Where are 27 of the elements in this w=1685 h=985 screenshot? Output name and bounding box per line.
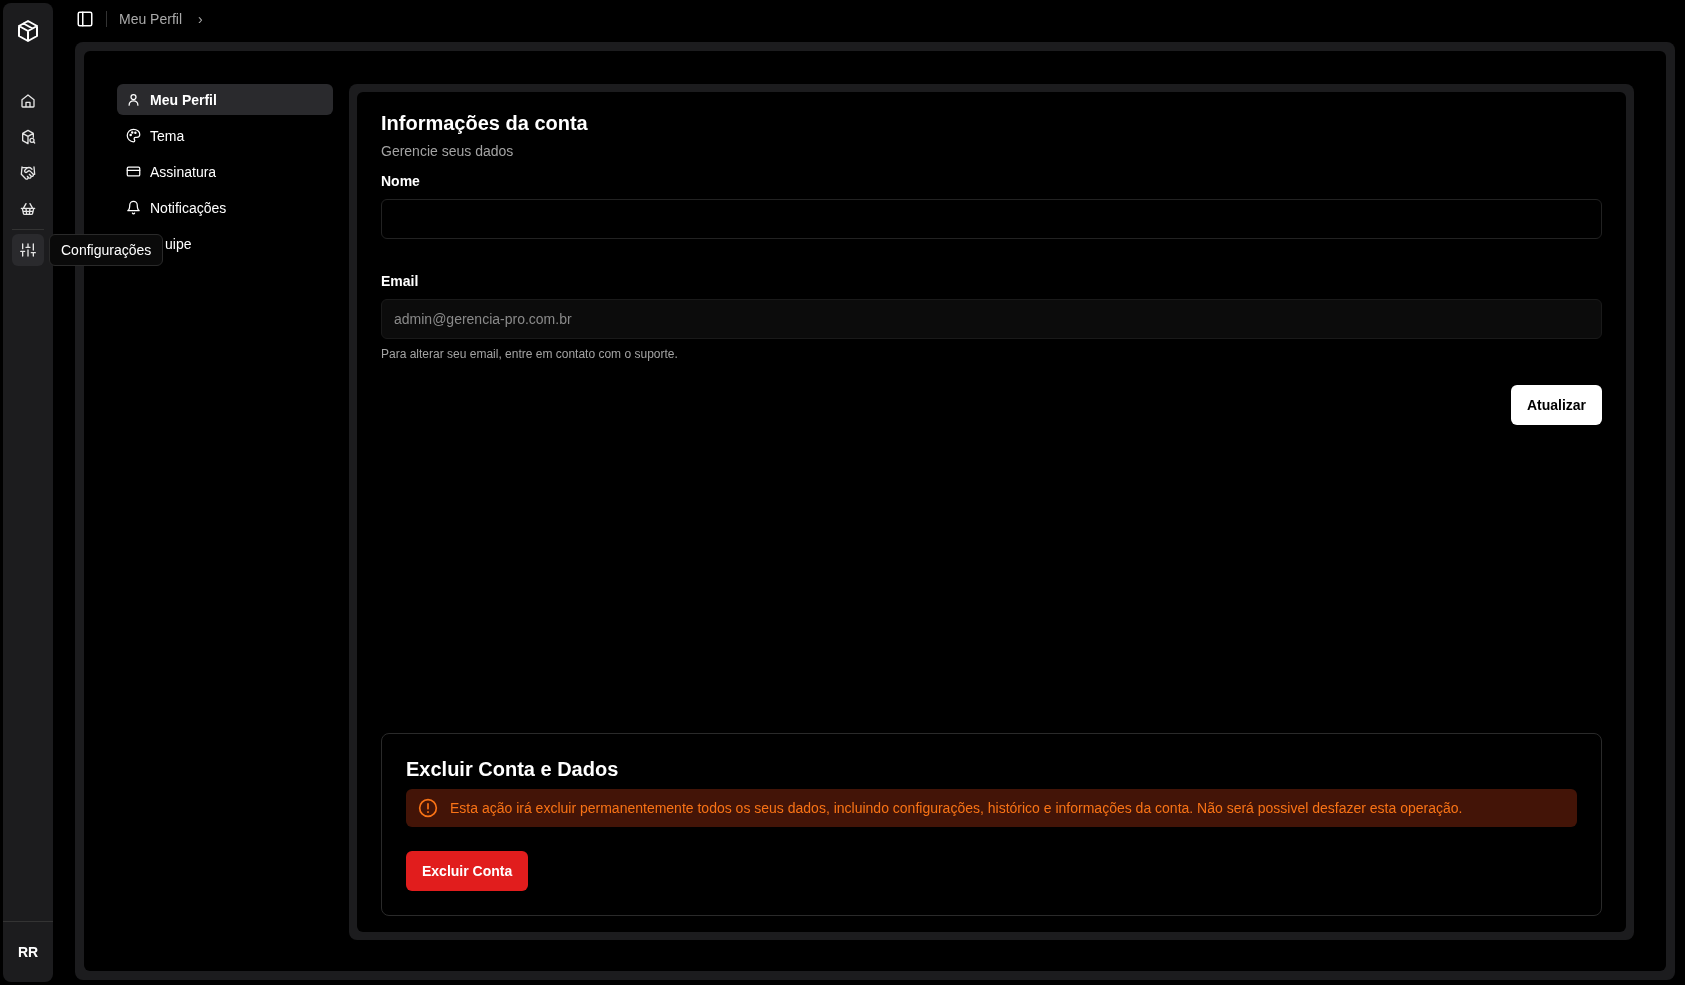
warning-icon (418, 798, 438, 818)
danger-title: Excluir Conta e Dados (406, 758, 620, 781)
section-subtitle: Gerencie seus dados (381, 143, 515, 159)
credit-card-icon (126, 164, 141, 179)
update-button[interactable]: Atualizar (1510, 385, 1602, 425)
breadcrumb-item[interactable]: Meu Perfil (119, 11, 183, 27)
settings-menu-item[interactable]: Tema (117, 120, 333, 151)
bell-icon (126, 200, 141, 215)
warning-text: Esta ação irá excluir permanentemente todos os seus dados, incluindo configurações, histórico e informações da conta. Não será possivel desfazer esta operação. (450, 800, 1463, 816)
name-field[interactable] (381, 199, 1602, 239)
settings-menu-item[interactable]: Notificações (117, 192, 333, 223)
user-icon (126, 92, 141, 107)
settings-menu-item[interactable]: uipe (165, 228, 201, 259)
settings-menu-item[interactable]: Assinatura (117, 156, 333, 187)
cube-logo-icon (16, 19, 40, 43)
delete-account-button[interactable]: Excluir Conta (406, 851, 529, 891)
user-initials[interactable]: RR (17, 944, 39, 960)
field-label: Email (381, 273, 420, 289)
field-hint: Para alterar seu email, entre em contato com o suporte. (381, 347, 679, 361)
sliders-icon[interactable] (12, 234, 44, 266)
section-title: Informações da conta (381, 112, 589, 135)
breadcrumb-separator: › (198, 11, 203, 27)
field-label: Nome (381, 173, 421, 189)
settings-menu-item[interactable]: Meu Perfil (117, 84, 333, 115)
palette-icon (126, 128, 141, 143)
tooltip: Configurações (49, 234, 164, 266)
sidebar-toggle-icon[interactable] (76, 10, 94, 28)
